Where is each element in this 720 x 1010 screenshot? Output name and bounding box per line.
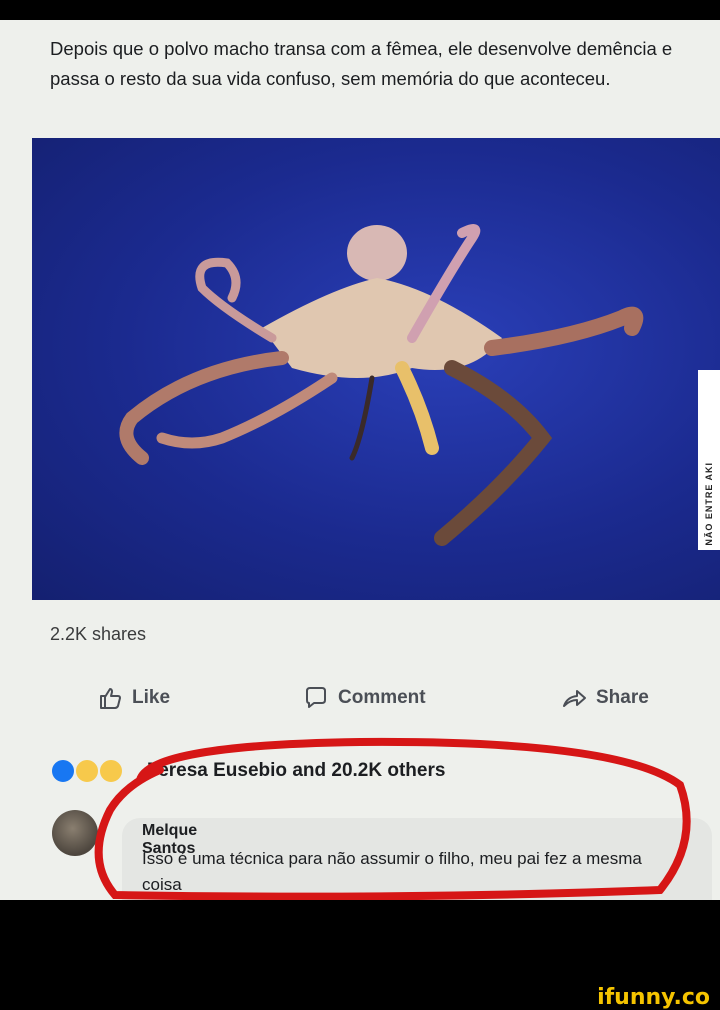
post-actions: Like Comment Share — [0, 684, 720, 724]
share-button[interactable]: Share — [560, 684, 649, 712]
wow-reaction-icon — [98, 758, 124, 784]
like-label: Like — [132, 687, 171, 708]
top-black-bar — [0, 0, 720, 20]
thumbs-up-icon — [100, 688, 121, 709]
octopus-photo[interactable]: NÃO ENTRE AKI — [32, 138, 720, 600]
facebook-post: Depois que o polvo macho transa com a fê… — [0, 20, 720, 900]
comment-bubble-icon — [306, 687, 326, 708]
share-arrow-icon — [563, 690, 586, 707]
share-label: Share — [596, 687, 649, 708]
comment-text: Isso é uma técnica para não assumir o fi… — [142, 849, 642, 894]
like-reaction-icon — [50, 758, 76, 784]
reactions-summary[interactable]: Teresa Eusebio and 20.2K others — [148, 760, 445, 782]
like-button[interactable]: Like — [96, 684, 170, 712]
avatar[interactable] — [52, 810, 98, 856]
post-caption: Depois que o polvo macho transa com a fê… — [50, 38, 673, 89]
watermark-badge: NÃO ENTRE AKI — [698, 370, 720, 550]
reaction-icons[interactable] — [50, 758, 124, 784]
comment-button[interactable]: Comment — [302, 684, 426, 712]
watermark-text: NÃO ENTRE AKI — [704, 462, 714, 546]
ifunny-logo: ifunny.co — [597, 985, 710, 1010]
octopus-illustration — [119, 224, 644, 546]
shares-count[interactable]: 2.2K shares — [50, 624, 146, 645]
comment-label: Comment — [338, 687, 426, 708]
haha-reaction-icon — [74, 758, 100, 784]
